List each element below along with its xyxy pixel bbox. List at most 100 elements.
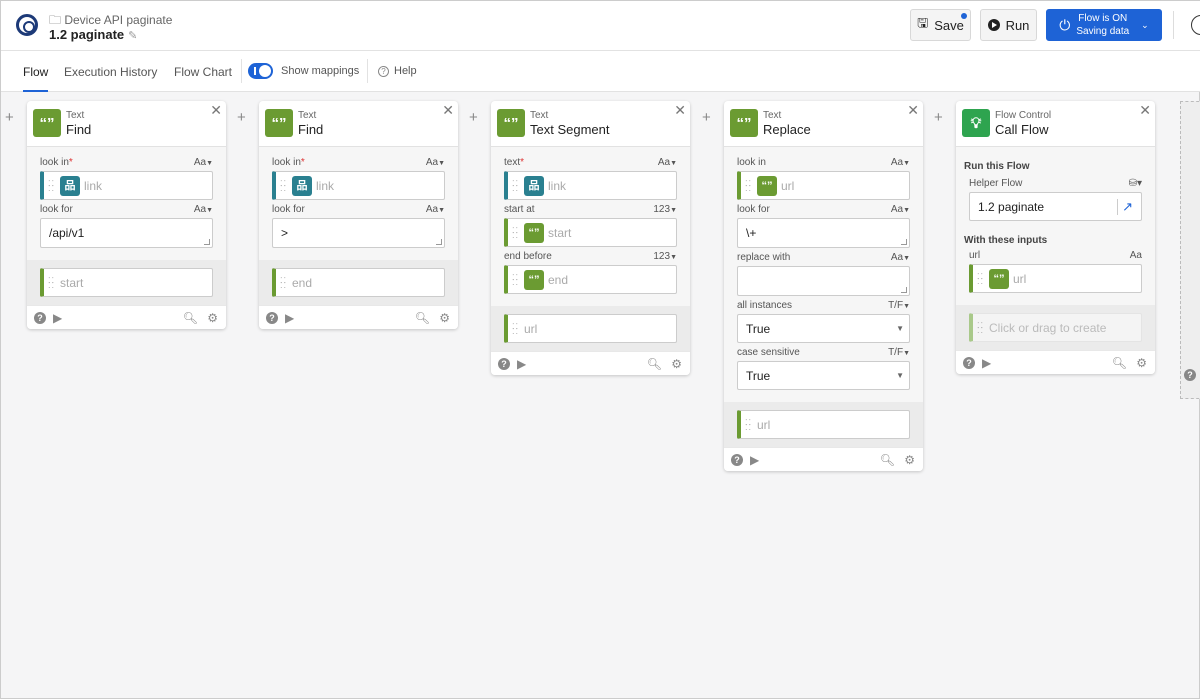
type-dropdown[interactable]: Aa▼ (891, 252, 910, 266)
flow-title[interactable]: 1.2 paginate ✎ (49, 27, 137, 42)
output-field[interactable]: ⁚⁚ ⁚⁚ url (504, 314, 677, 343)
type-dropdown[interactable]: Aa▼ (426, 204, 445, 218)
run-button[interactable]: Run (980, 9, 1037, 41)
type-dropdown[interactable]: Aa (1130, 250, 1142, 264)
card-header[interactable]: 💡︎ Flow Control Call Flow ✕ (956, 101, 1155, 147)
help-icon[interactable]: ? (731, 454, 743, 466)
play-icon[interactable]: ▶ (750, 453, 759, 467)
help-icon[interactable]: ? (963, 357, 975, 369)
drag-handle-icon[interactable]: ⁚⁚ ⁚⁚ (48, 179, 56, 192)
tab-flow-chart[interactable]: Flow Chart (174, 65, 232, 79)
text-field[interactable]: /api/v1 (40, 218, 213, 248)
tab-flow[interactable]: Flow (23, 65, 49, 92)
gear-icon[interactable]: ⚙ (671, 357, 682, 371)
show-mappings-label[interactable]: Show mappings (281, 65, 359, 77)
type-dropdown[interactable]: 123▼ (653, 251, 677, 265)
add-step-icon[interactable]: + (5, 109, 14, 126)
url-input-field[interactable]: ⁚⁚ ⁚⁚ “” url (969, 264, 1142, 293)
drag-handle-icon[interactable]: ⁚⁚ ⁚⁚ (512, 226, 520, 239)
type-dropdown[interactable]: T/F▼ (888, 300, 910, 314)
play-icon[interactable]: ▶ (982, 356, 991, 370)
save-button[interactable]: 🖫 Save (910, 9, 971, 41)
type-dropdown[interactable]: Aa▼ (194, 157, 213, 171)
type-dropdown[interactable]: Aa▼ (891, 204, 910, 218)
drag-handle-icon[interactable]: ⁚⁚ ⁚⁚ (512, 179, 520, 192)
select-field[interactable]: True ▼ (737, 314, 910, 343)
card-find[interactable]: “” Text Find ✕ look in* Aa▼ ⁚⁚ ⁚⁚ 品 link look for A… (259, 101, 458, 329)
card-call-flow[interactable]: 💡︎ Flow Control Call Flow ✕ Run this Flo… (956, 101, 1155, 374)
help-link[interactable]: ? Help (378, 65, 417, 77)
drag-handle-icon[interactable]: ⁚⁚ ⁚⁚ (48, 276, 56, 289)
reference-field[interactable]: ⁚⁚ ⁚⁚ “” end (504, 265, 677, 294)
play-icon[interactable]: ▶ (285, 311, 294, 325)
close-icon[interactable]: ✕ (210, 102, 222, 119)
gear-icon[interactable]: ⚙ (904, 453, 915, 467)
flow-status-button[interactable]: ⏻ Flow is ON Saving data ⌄ (1046, 9, 1162, 41)
reference-field[interactable]: ⁚⁚ ⁚⁚ “” start (504, 218, 677, 247)
output-field[interactable]: ⁚⁚ ⁚⁚ end (272, 268, 445, 297)
type-dropdown[interactable]: Aa▼ (194, 204, 213, 218)
card-header[interactable]: “” Text Find ✕ (27, 101, 226, 147)
drag-handle-icon[interactable]: ⁚⁚ ⁚⁚ (745, 418, 753, 431)
help-icon[interactable]: ? (266, 312, 278, 324)
reference-field[interactable]: ⁚⁚ ⁚⁚ 品 link (272, 171, 445, 200)
card-header[interactable]: “” Text Text Segment ✕ (491, 101, 690, 147)
help-icon[interactable]: ? (34, 312, 46, 324)
search-icon[interactable]: 🔍︎ (415, 311, 430, 325)
type-dropdown[interactable]: Aa▼ (891, 157, 910, 171)
drag-handle-icon[interactable]: ⁚⁚ ⁚⁚ (977, 321, 985, 334)
search-icon[interactable]: 🔍︎ (880, 453, 895, 467)
add-step-icon[interactable]: + (934, 109, 943, 126)
text-field[interactable] (737, 266, 910, 296)
database-icon[interactable]: ⛁▾ (1129, 178, 1142, 192)
drag-handle-icon[interactable]: ⁚⁚ ⁚⁚ (280, 276, 288, 289)
helper-flow-field[interactable]: 1.2 paginate ↗ (969, 192, 1142, 221)
reference-field[interactable]: ⁚⁚ ⁚⁚ 品 link (40, 171, 213, 200)
card-find[interactable]: “” Text Find ✕ look in* Aa▼ ⁚⁚ ⁚⁚ 品 link look for A… (27, 101, 226, 329)
play-icon[interactable]: ▶ (517, 357, 526, 371)
add-step-icon[interactable]: + (237, 109, 246, 126)
edit-pencil-icon[interactable]: ✎ (128, 30, 137, 42)
type-dropdown[interactable]: Aa▼ (426, 157, 445, 171)
type-dropdown[interactable]: Aa▼ (658, 157, 677, 171)
tab-execution-history[interactable]: Execution History (64, 65, 157, 79)
drag-handle-icon[interactable]: ⁚⁚ ⁚⁚ (745, 179, 753, 192)
external-link-icon[interactable]: ↗ (1117, 198, 1133, 215)
close-icon[interactable]: ✕ (1139, 102, 1151, 119)
gear-icon[interactable]: ⚙ (439, 311, 450, 325)
close-icon[interactable]: ✕ (442, 102, 454, 119)
create-output-field[interactable]: ⁚⁚ ⁚⁚ Click or drag to create (969, 313, 1142, 342)
type-dropdown[interactable]: T/F▼ (888, 347, 910, 361)
add-step-icon[interactable]: + (469, 109, 478, 126)
app-logo-icon[interactable] (16, 14, 38, 36)
output-field[interactable]: ⁚⁚ ⁚⁚ start (40, 268, 213, 297)
help-icon[interactable]: ? (498, 358, 510, 370)
help-icon[interactable] (1191, 15, 1200, 35)
new-card-dropzone[interactable]: ? (1180, 101, 1200, 399)
card-header[interactable]: “” Text Replace ✕ (724, 101, 923, 147)
type-dropdown[interactable]: 123▼ (653, 204, 677, 218)
card-replace[interactable]: “” Text Replace ✕ look in Aa▼ ⁚⁚ ⁚⁚ “” url look fo… (724, 101, 923, 471)
search-icon[interactable]: 🔍︎ (1112, 356, 1127, 370)
text-field[interactable]: > (272, 218, 445, 248)
show-mappings-toggle[interactable] (248, 63, 273, 79)
play-icon[interactable]: ▶ (53, 311, 62, 325)
reference-field[interactable]: ⁚⁚ ⁚⁚ “” url (737, 171, 910, 200)
card-header[interactable]: “” Text Find ✕ (259, 101, 458, 147)
add-step-icon[interactable]: + (702, 109, 711, 126)
help-icon[interactable]: ? (1184, 369, 1196, 381)
card-text-segment[interactable]: “” Text Text Segment ✕ text* Aa▼ ⁚⁚ ⁚⁚ 品 link star… (491, 101, 690, 375)
select-field[interactable]: True ▼ (737, 361, 910, 390)
reference-field[interactable]: ⁚⁚ ⁚⁚ 品 link (504, 171, 677, 200)
output-field[interactable]: ⁚⁚ ⁚⁚ url (737, 410, 910, 439)
gear-icon[interactable]: ⚙ (207, 311, 218, 325)
search-icon[interactable]: 🔍︎ (183, 311, 198, 325)
gear-icon[interactable]: ⚙ (1136, 356, 1147, 370)
drag-handle-icon[interactable]: ⁚⁚ ⁚⁚ (977, 272, 985, 285)
text-field[interactable]: \+ (737, 218, 910, 248)
close-icon[interactable]: ✕ (674, 102, 686, 119)
drag-handle-icon[interactable]: ⁚⁚ ⁚⁚ (512, 322, 520, 335)
drag-handle-icon[interactable]: ⁚⁚ ⁚⁚ (512, 273, 520, 286)
search-icon[interactable]: 🔍︎ (647, 357, 662, 371)
close-icon[interactable]: ✕ (907, 102, 919, 119)
